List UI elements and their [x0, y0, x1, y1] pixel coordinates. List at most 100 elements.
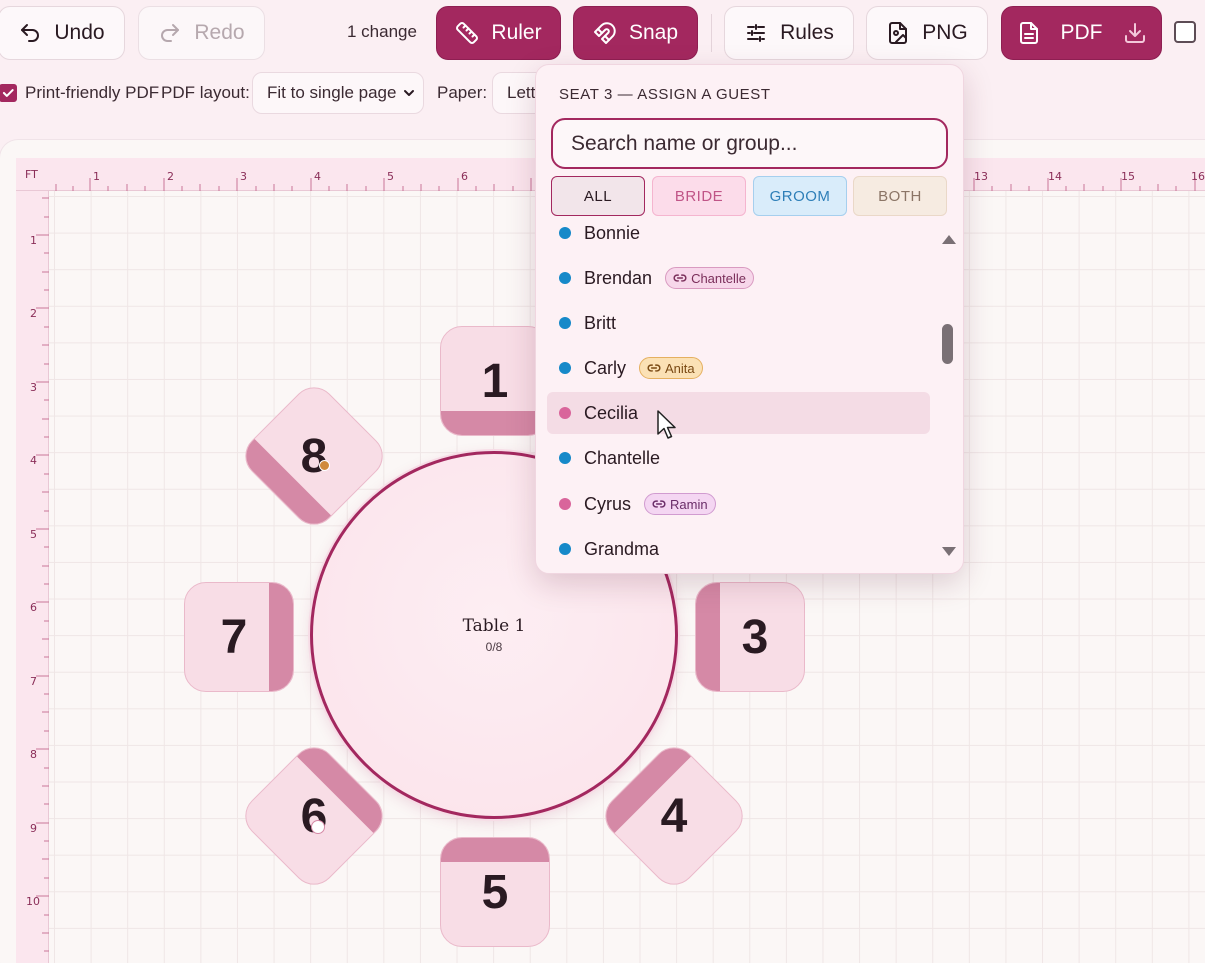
ruler-unit-label: FT	[25, 168, 38, 181]
seat-number: 8	[300, 429, 328, 483]
seat-8-marker	[319, 460, 330, 471]
guest-name: Bonnie	[584, 225, 641, 243]
x-tick-label: 2	[167, 170, 174, 183]
y-tick-label: 6	[30, 601, 37, 614]
undo-icon	[21, 24, 40, 42]
guest-item[interactable]: Cecilia	[547, 392, 930, 434]
seat-3[interactable]: 3	[695, 582, 805, 692]
y-tick-label: 3	[30, 381, 37, 394]
print-friendly-option[interactable]: Print-friendly PDF	[0, 72, 159, 114]
filter-both-label: BOTH	[878, 187, 922, 205]
groom-side-dot	[559, 452, 571, 464]
y-tick-label: 9	[30, 822, 37, 835]
paper-label: Paper:	[437, 83, 488, 102]
groom-side-dot	[559, 362, 571, 374]
x-tick-label: 1	[93, 170, 100, 183]
guest-name: Brendan	[584, 267, 653, 288]
linked-guest-name: Anita	[665, 360, 695, 376]
snap-toggle-button[interactable]: Snap	[573, 6, 698, 60]
link-icon	[652, 500, 666, 508]
table-name: Table 1	[462, 616, 526, 636]
rules-label: Rules	[780, 21, 834, 44]
guest-item[interactable]: Grandma	[547, 528, 930, 570]
guest-item[interactable]: Britt	[547, 302, 930, 344]
filter-both-chip[interactable]: BOTH	[853, 176, 947, 216]
popover-title: SEAT 3 — ASSIGN A GUEST	[559, 86, 771, 103]
guest-name: Chantelle	[584, 447, 661, 468]
filter-all-label: ALL	[583, 187, 613, 205]
guest-item[interactable]: Bonnie	[547, 225, 930, 254]
pdf-layout-label: PDF layout:	[161, 83, 250, 102]
seat-number: 6	[300, 789, 328, 843]
toolbar-divider	[711, 14, 712, 52]
seat-1[interactable]: 1	[440, 326, 550, 436]
linked-guest-badge: Chantelle	[665, 267, 754, 289]
seat-7[interactable]: 7	[184, 582, 294, 692]
y-tick-label: 8	[30, 748, 37, 761]
linked-guest-name: Ramin	[670, 496, 708, 512]
x-tick-label: 15	[1121, 170, 1135, 183]
filter-groom-chip[interactable]: GROOM	[753, 176, 847, 216]
guest-item[interactable]: Chantelle	[547, 437, 930, 479]
guest-name: Carly	[584, 357, 627, 378]
x-tick-label: 6	[461, 170, 468, 183]
x-tick-label: 5	[387, 170, 394, 183]
redo-icon	[161, 24, 180, 42]
vertical-ruler: 1 2 3 4 5 6 7 8 9 10	[16, 191, 49, 963]
groom-side-dot	[559, 227, 571, 239]
filter-all-chip[interactable]: ALL	[551, 176, 645, 216]
bride-side-dot	[559, 407, 571, 419]
magnet-icon	[593, 22, 616, 44]
extra-option-checkbox[interactable]	[1174, 21, 1196, 43]
guest-item[interactable]: Cyrus Ramin	[547, 483, 930, 525]
groom-side-dot	[559, 543, 571, 555]
linked-guest-name: Chantelle	[691, 270, 746, 286]
pdf-layout-select[interactable]: Fit to single page	[252, 72, 424, 114]
undo-button[interactable]: Undo	[0, 6, 125, 60]
pdf-export-button[interactable]: PDF	[1001, 6, 1162, 60]
x-tick-label: 4	[314, 170, 321, 183]
print-friendly-checkbox[interactable]	[0, 84, 17, 102]
y-tick-label: 1	[30, 234, 37, 247]
scrollbar-thumb[interactable]	[942, 324, 953, 364]
change-count: 1 change	[347, 22, 417, 41]
guest-name: Cecilia	[584, 402, 639, 423]
guest-list[interactable]: Bonnie Brendan Chantelle Britt Carly Ani…	[536, 225, 965, 570]
document-icon	[1019, 22, 1038, 44]
groom-side-dot	[559, 272, 571, 284]
rules-button[interactable]: Rules	[724, 6, 854, 60]
seat-5[interactable]: 5	[440, 837, 550, 947]
pdf-label: PDF	[1060, 21, 1103, 44]
x-tick-label: 3	[240, 170, 247, 183]
download-icon	[1124, 23, 1145, 43]
seat-number: 1	[481, 354, 509, 408]
seat-number: 4	[660, 789, 688, 843]
png-export-button[interactable]: PNG	[866, 6, 988, 60]
filter-bride-chip[interactable]: BRIDE	[652, 176, 746, 216]
png-label: PNG	[922, 21, 968, 44]
ruler-icon	[456, 22, 479, 44]
paper-value: Lett	[507, 83, 536, 102]
sliders-icon	[747, 24, 766, 42]
guest-item[interactable]: Carly Anita	[547, 347, 930, 389]
guest-search-input[interactable]	[551, 118, 948, 169]
snap-label: Snap	[628, 21, 679, 44]
chevron-down-icon	[404, 90, 414, 96]
pdf-layout-value: Fit to single page	[267, 83, 397, 102]
scroll-up-arrow[interactable]	[942, 235, 956, 244]
redo-button[interactable]: Redo	[138, 6, 265, 60]
scroll-down-arrow[interactable]	[942, 547, 956, 556]
image-file-icon	[889, 22, 908, 44]
guest-item[interactable]: Brendan Chantelle	[547, 257, 930, 299]
undo-label: Undo	[54, 21, 105, 44]
y-tick-label: 7	[30, 675, 37, 688]
y-tick-label: 10	[26, 895, 40, 908]
ruler-toggle-button[interactable]: Ruler	[436, 6, 561, 60]
seat-number: 5	[481, 865, 509, 919]
assign-guest-popover: SEAT 3 — ASSIGN A GUEST ALL BRIDE GROOM …	[535, 64, 964, 574]
y-tick-label: 5	[30, 528, 37, 541]
table-seat-count: 0/8	[485, 640, 503, 654]
linked-guest-badge: Ramin	[644, 493, 716, 515]
seat-6-marker	[311, 820, 325, 834]
link-icon	[673, 274, 687, 282]
